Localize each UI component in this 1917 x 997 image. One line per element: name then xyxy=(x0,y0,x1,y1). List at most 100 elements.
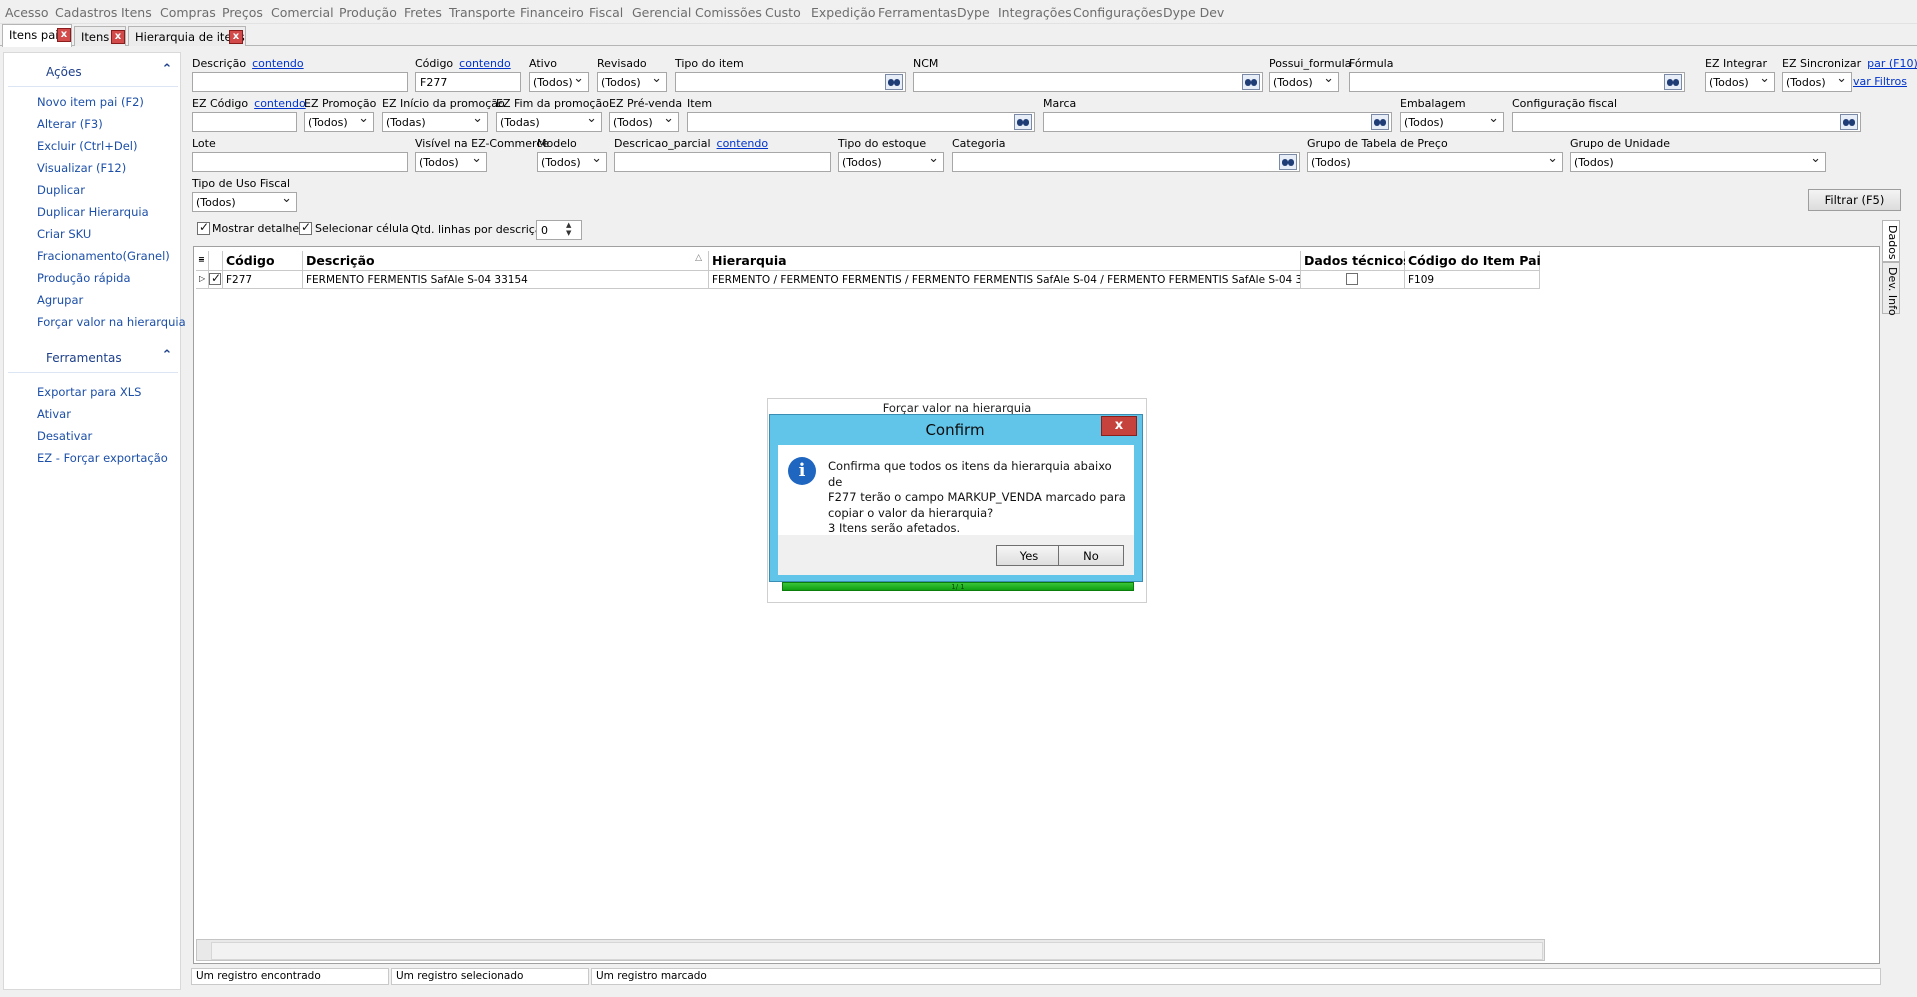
lote-input[interactable] xyxy=(192,152,408,172)
action-ativar[interactable]: Ativar xyxy=(37,407,71,421)
embalagem-select[interactable]: (Todos) xyxy=(1400,112,1504,132)
grid-check-header[interactable] xyxy=(209,251,223,271)
ez-promocao-select[interactable]: (Todos) xyxy=(304,112,374,132)
acoes-section-header[interactable]: Ações ⌃ xyxy=(8,57,178,87)
action-exportar-xls[interactable]: Exportar para XLS xyxy=(37,385,141,399)
action-alterar[interactable]: Alterar (F3) xyxy=(37,117,103,131)
ez-inicio-promocao-select[interactable]: (Todas) xyxy=(382,112,488,132)
menu-itens[interactable]: Itens xyxy=(121,5,152,20)
menu-configuracoes[interactable]: Configurações xyxy=(1073,5,1163,20)
menu-dype[interactable]: Dype xyxy=(957,5,990,20)
col-header-descricao[interactable]: Descrição △ xyxy=(303,251,709,271)
tipo-uso-fiscal-select[interactable]: (Todos) xyxy=(192,192,297,212)
tab-itens[interactable]: Itens x xyxy=(74,26,126,46)
descricao-mode-link[interactable]: contendo xyxy=(252,57,304,70)
menu-financeiro[interactable]: Financeiro xyxy=(520,5,584,20)
tab-itens-pai[interactable]: Itens pai x xyxy=(2,24,72,47)
ncm-input[interactable] xyxy=(913,72,1263,92)
config-fiscal-input[interactable] xyxy=(1512,112,1861,132)
chevron-up-icon[interactable]: ⌃ xyxy=(160,349,174,363)
descricao-parcial-input[interactable] xyxy=(614,152,831,172)
descricao-input[interactable] xyxy=(192,72,408,92)
action-criar-sku[interactable]: Criar SKU xyxy=(37,227,91,241)
tipo-item-input[interactable] xyxy=(675,72,906,92)
revisado-select[interactable]: (Todos) xyxy=(597,72,667,92)
visivel-ez-select[interactable]: (Todos) xyxy=(415,152,487,172)
filtrar-button[interactable]: Filtrar (F5) xyxy=(1808,189,1901,211)
formula-input[interactable] xyxy=(1349,72,1685,92)
action-ez-forcar-exportacao[interactable]: EZ - Forçar exportação xyxy=(37,451,168,465)
binoculars-search-icon[interactable] xyxy=(1014,114,1032,130)
binoculars-search-icon[interactable] xyxy=(1371,114,1389,130)
action-agrupar[interactable]: Agrupar xyxy=(37,293,83,307)
binoculars-search-icon[interactable] xyxy=(1242,74,1260,90)
modelo-select[interactable]: (Todos) xyxy=(537,152,607,172)
tab-dev-info[interactable]: Dev. Info xyxy=(1882,262,1900,316)
action-visualizar[interactable]: Visualizar (F12) xyxy=(37,161,126,175)
cell-dados-tecnicos[interactable] xyxy=(1301,271,1405,289)
action-duplicar-hierarquia[interactable]: Duplicar Hierarquia xyxy=(37,205,149,219)
salvar-filtros-link[interactable]: var Filtros xyxy=(1853,75,1907,88)
categoria-input[interactable] xyxy=(952,152,1300,172)
close-icon[interactable]: x xyxy=(229,30,243,44)
action-fracionamento[interactable]: Fracionamento(Granel) xyxy=(37,249,170,263)
limpar-f10-link[interactable]: par (F10) xyxy=(1867,57,1917,70)
marca-input[interactable] xyxy=(1043,112,1392,132)
codigo-input[interactable]: F277 xyxy=(415,72,521,92)
menu-ferramentas[interactable]: Ferramentas xyxy=(878,5,957,20)
row-checkbox[interactable] xyxy=(209,271,221,285)
col-header-dados-tecnicos[interactable]: Dados técnicos xyxy=(1301,251,1411,271)
ferramentas-section-header[interactable]: Ferramentas ⌃ xyxy=(8,343,178,373)
action-duplicar[interactable]: Duplicar xyxy=(37,183,85,197)
ez-codigo-input[interactable] xyxy=(192,112,297,132)
cell-codigo[interactable]: F277 xyxy=(223,271,303,289)
action-producao-rapida[interactable]: Produção rápida xyxy=(37,271,131,285)
menu-compras[interactable]: Compras xyxy=(160,5,216,20)
menu-gerencial[interactable]: Gerencial xyxy=(632,5,691,20)
menu-fiscal[interactable]: Fiscal xyxy=(589,5,623,20)
descricao-parcial-mode-link[interactable]: contendo xyxy=(717,137,769,150)
yes-button[interactable]: Yes xyxy=(996,545,1062,566)
codigo-mode-link[interactable]: contendo xyxy=(459,57,511,70)
chevron-up-icon[interactable]: ⌃ xyxy=(160,63,174,77)
selecionar-celula-checkbox[interactable] xyxy=(299,220,312,235)
menu-producao[interactable]: Produção xyxy=(339,5,397,20)
menu-custo[interactable]: Custo xyxy=(765,5,801,20)
menu-fretes[interactable]: Fretes xyxy=(404,5,442,20)
menu-dype-dev[interactable]: Dype Dev xyxy=(1163,5,1224,20)
cell-hierarquia[interactable]: FERMENTO / FERMENTO FERMENTIS / FERMENTO… xyxy=(709,271,1301,289)
tab-hierarquia-de-itens[interactable]: Hierarquia de itens x xyxy=(128,26,246,46)
stepper-arrows-icon[interactable]: ▲ ▼ xyxy=(566,221,571,237)
cell-descricao[interactable]: FERMENTO FERMENTIS SafAle S-04 33154 xyxy=(303,271,709,289)
col-header-codigo[interactable]: Código xyxy=(223,251,303,271)
close-icon[interactable]: x xyxy=(111,30,125,44)
item-input[interactable] xyxy=(687,112,1035,132)
binoculars-search-icon[interactable] xyxy=(1664,74,1682,90)
cell-codigo-pai[interactable]: F109 xyxy=(1405,271,1540,289)
mostrar-detalhe-checkbox[interactable] xyxy=(197,220,210,235)
ez-pre-venda-select[interactable]: (Todos) xyxy=(609,112,679,132)
menu-acesso[interactable]: Acesso xyxy=(5,5,49,20)
dados-tecnicos-checkbox[interactable] xyxy=(1346,273,1358,285)
menu-comissoes[interactable]: Comissões xyxy=(695,5,762,20)
menu-expedicao[interactable]: Expedição xyxy=(811,5,876,20)
binoculars-search-icon[interactable] xyxy=(1840,114,1858,130)
no-button[interactable]: No xyxy=(1058,545,1124,566)
qtd-linhas-stepper[interactable]: 0 xyxy=(536,220,582,240)
binoculars-search-icon[interactable] xyxy=(1279,154,1297,170)
possui-formula-select[interactable]: (Todos) xyxy=(1269,72,1339,92)
ativo-select[interactable]: (Todos) xyxy=(529,72,589,92)
col-header-codigo-pai[interactable]: Código do Item Pai xyxy=(1405,251,1541,271)
tab-dados[interactable]: Dados xyxy=(1882,220,1900,262)
table-row-checkbox-cell[interactable] xyxy=(209,271,223,289)
menu-precos[interactable]: Preços xyxy=(222,5,263,20)
menu-comercial[interactable]: Comercial xyxy=(271,5,334,20)
action-novo-item-pai[interactable]: Novo item pai (F2) xyxy=(37,95,144,109)
tipo-estoque-select[interactable]: (Todos) xyxy=(838,152,944,172)
menu-cadastros[interactable]: Cadastros xyxy=(55,5,117,20)
grupo-tabela-preco-select[interactable]: (Todos) xyxy=(1307,152,1563,172)
ez-fim-promocao-select[interactable]: (Todas) xyxy=(496,112,602,132)
ez-integrar-select[interactable]: (Todos) xyxy=(1705,72,1775,92)
menu-transporte[interactable]: Transporte xyxy=(449,5,515,20)
horizontal-scrollbar[interactable] xyxy=(196,939,1545,961)
